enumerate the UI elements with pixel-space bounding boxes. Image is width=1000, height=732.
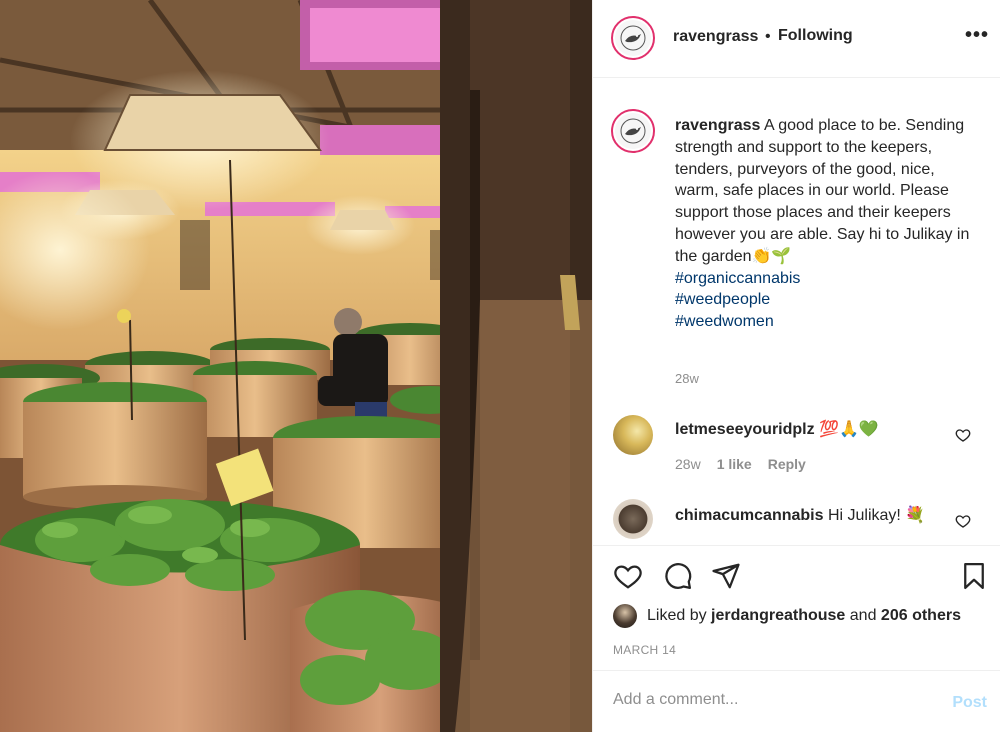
hashtag-link[interactable]: #weedwomen xyxy=(675,311,975,333)
post-date[interactable]: MARCH 14 xyxy=(613,643,676,657)
liker-avatar[interactable] xyxy=(613,604,637,628)
author-avatar[interactable] xyxy=(611,16,655,60)
caption-text: A good place to be. Sending strength and… xyxy=(675,117,970,265)
caption-avatar[interactable] xyxy=(611,109,655,153)
comment-likes[interactable]: 1 like xyxy=(717,456,752,472)
comment-username[interactable]: letmeseeyouridplz xyxy=(675,421,815,438)
post-actions: Liked by jerdangreathouse and 206 others… xyxy=(593,545,1000,670)
comment-body: chimacumcannabis Hi Julikay! 💐 xyxy=(675,505,925,525)
post-header: ravengrass • Following ••• xyxy=(593,0,1000,78)
add-comment-bar: Post xyxy=(593,670,1000,732)
post-photo[interactable] xyxy=(0,0,592,732)
comment-avatar[interactable] xyxy=(613,499,653,539)
caption-username[interactable]: ravengrass xyxy=(675,117,760,134)
liked-by-user[interactable]: jerdangreathouse xyxy=(711,607,845,625)
like-comment-heart-icon[interactable] xyxy=(955,427,971,443)
hashtag-link[interactable]: #weedpeople xyxy=(675,289,975,311)
liked-by-others[interactable]: 206 others xyxy=(881,607,961,625)
comment-input[interactable] xyxy=(613,691,913,709)
post-sidebar: ravengrass • Following ••• ravengrass A … xyxy=(592,0,1000,732)
comment-text: 💯🙏💚 xyxy=(819,421,879,438)
liked-by-and: and xyxy=(849,607,877,624)
post-caption: ravengrass A good place to be. Sending s… xyxy=(675,115,975,333)
comment-timestamp[interactable]: 28w xyxy=(675,456,701,472)
likes-summary[interactable]: Liked by jerdangreathouse and 206 others xyxy=(613,604,961,628)
more-options-icon[interactable]: ••• xyxy=(965,24,989,47)
like-comment-heart-icon[interactable] xyxy=(955,513,971,529)
following-button[interactable]: Following xyxy=(778,27,853,45)
grow-room-image xyxy=(0,0,592,732)
comment-username[interactable]: chimacumcannabis xyxy=(675,507,824,524)
like-heart-icon[interactable] xyxy=(613,561,643,591)
raven-logo-icon xyxy=(620,118,646,144)
hashtag-link[interactable]: #organiccannabis xyxy=(675,268,975,290)
header-separator: • xyxy=(765,28,771,45)
comment-body: letmeseeyouridplz 💯🙏💚 xyxy=(675,419,879,439)
comments-section[interactable]: ravengrass A good place to be. Sending s… xyxy=(593,79,1000,545)
liked-by-prefix: Liked by xyxy=(647,607,707,624)
comment-avatar[interactable] xyxy=(613,415,653,455)
share-paper-plane-icon[interactable] xyxy=(711,561,741,591)
comment-text: Hi Julikay! 💐 xyxy=(827,507,926,524)
post-comment-button[interactable]: Post xyxy=(952,694,987,712)
raven-logo-icon xyxy=(620,25,646,51)
caption-timestamp[interactable]: 28w xyxy=(675,371,699,386)
comment-meta: 28w 1 like Reply xyxy=(675,456,822,472)
save-bookmark-icon[interactable] xyxy=(959,561,989,591)
author-username[interactable]: ravengrass xyxy=(673,28,758,46)
reply-button[interactable]: Reply xyxy=(768,456,806,472)
comment-bubble-icon[interactable] xyxy=(663,561,693,591)
